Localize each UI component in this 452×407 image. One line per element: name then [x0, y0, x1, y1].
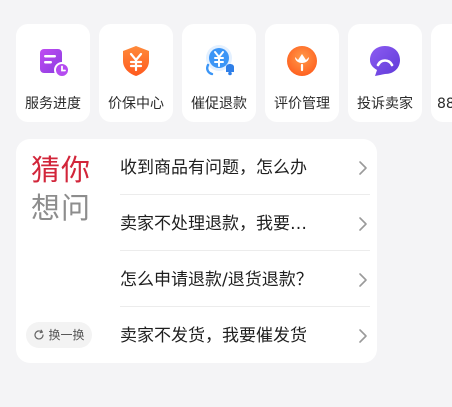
refresh-icon — [34, 329, 45, 340]
service-label: 投诉卖家 — [357, 96, 413, 112]
service-label: 催促退款 — [191, 96, 247, 112]
service-tile-urge-refund[interactable]: 催促退款 — [182, 24, 256, 122]
schedule-icon — [33, 41, 73, 81]
guess-title: 猜你 想问 — [31, 152, 95, 226]
chevron-right-icon — [356, 271, 370, 289]
question-text: 收到商品有问题，怎么办 — [120, 158, 307, 178]
chevron-right-icon — [356, 159, 370, 177]
price-shield-icon — [116, 41, 156, 81]
service-tile-progress[interactable]: 服务进度 — [16, 24, 90, 122]
service-label: 价保中心 — [108, 96, 164, 112]
question-item[interactable]: 卖家不处理退款，我要… — [120, 195, 370, 251]
chevron-right-icon — [356, 215, 370, 233]
question-text: 怎么申请退款/退货退款？ — [120, 270, 313, 290]
flower-badge-icon — [282, 41, 322, 81]
service-tile-partial[interactable]: 88 — [431, 24, 452, 122]
refund-bell-icon — [199, 41, 239, 81]
guess-title-line2: 想问 — [31, 191, 92, 225]
question-text: 卖家不处理退款，我要… — [120, 214, 307, 234]
refresh-button[interactable]: 换一换 — [26, 322, 92, 348]
after-sales-page: 服务进度 价保中心 催促退款 评价管理 投诉卖家 88 猜你 想问 换一换 收到… — [0, 0, 452, 407]
question-item[interactable]: 收到商品有问题，怎么办 — [120, 139, 370, 195]
service-shortcuts: 服务进度 价保中心 催促退款 评价管理 投诉卖家 88 — [16, 24, 452, 122]
complaint-face-icon — [365, 41, 405, 81]
service-tile-review[interactable]: 评价管理 — [265, 24, 339, 122]
service-tile-price-protection[interactable]: 价保中心 — [99, 24, 173, 122]
partial-tile-icon — [448, 41, 452, 81]
service-label: 88 — [437, 96, 452, 112]
question-item[interactable]: 卖家不发货，我要催发货 — [120, 307, 370, 363]
chevron-right-icon — [356, 327, 370, 345]
service-tile-complaint[interactable]: 投诉卖家 — [348, 24, 422, 122]
guess-questions-card: 猜你 想问 换一换 收到商品有问题，怎么办 卖家不处理退款，我要… 怎么申请退款… — [16, 139, 377, 363]
guess-title-line1: 猜你 — [31, 153, 92, 187]
question-item[interactable]: 怎么申请退款/退货退款？ — [120, 251, 370, 307]
question-list: 收到商品有问题，怎么办 卖家不处理退款，我要… 怎么申请退款/退货退款？ 卖家不… — [120, 139, 370, 363]
service-label: 评价管理 — [274, 96, 330, 112]
question-text: 卖家不发货，我要催发货 — [120, 326, 307, 346]
service-label: 服务进度 — [25, 96, 81, 112]
refresh-label: 换一换 — [48, 328, 85, 342]
